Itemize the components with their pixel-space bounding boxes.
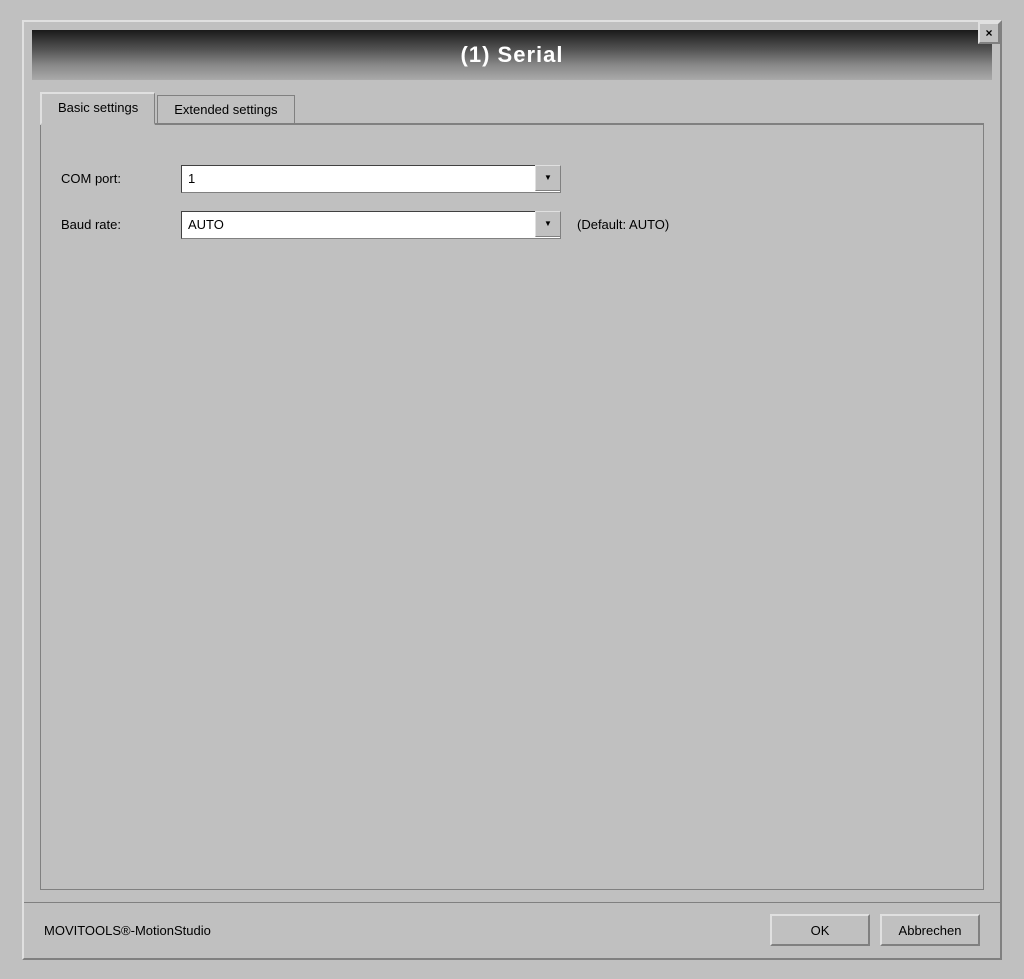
cancel-button[interactable]: Abbrechen	[880, 914, 980, 946]
tab-content-basic: COM port: 1 2 3 4 5 6 7 8	[40, 125, 984, 890]
bottom-bar: MOVITOOLS®-MotionStudio OK Abbrechen	[24, 902, 1000, 958]
tab-bar: Basic settings Extended settings	[40, 92, 984, 125]
bottom-buttons: OK Abbrechen	[770, 914, 980, 946]
baud-rate-row: Baud rate: AUTO 9600 19200 38400 57600 1…	[61, 211, 963, 239]
com-port-label: COM port:	[61, 171, 181, 186]
title-bar: (1) Serial ×	[32, 30, 992, 80]
baud-rate-label: Baud rate:	[61, 217, 181, 232]
tab-basic-settings[interactable]: Basic settings	[40, 92, 155, 125]
baud-rate-select-wrapper: AUTO 9600 19200 38400 57600 115200	[181, 211, 561, 239]
com-port-select-wrapper: 1 2 3 4 5 6 7 8	[181, 165, 561, 193]
com-port-row: COM port: 1 2 3 4 5 6 7 8	[61, 165, 963, 193]
ok-button[interactable]: OK	[770, 914, 870, 946]
tab-extended-settings-label: Extended settings	[174, 102, 277, 117]
serial-dialog: (1) Serial × Basic settings Extended set…	[22, 20, 1002, 960]
tab-basic-settings-label: Basic settings	[58, 100, 138, 115]
baud-rate-default-hint: (Default: AUTO)	[577, 217, 669, 232]
close-button[interactable]: ×	[978, 22, 1000, 44]
com-port-select[interactable]: 1 2 3 4 5 6 7 8	[181, 165, 561, 193]
tab-extended-settings[interactable]: Extended settings	[157, 95, 294, 123]
dialog-title: (1) Serial	[461, 42, 564, 68]
app-label: MOVITOOLS®-MotionStudio	[44, 923, 211, 938]
content-area: Basic settings Extended settings COM por…	[24, 80, 1000, 902]
baud-rate-select[interactable]: AUTO 9600 19200 38400 57600 115200	[181, 211, 561, 239]
